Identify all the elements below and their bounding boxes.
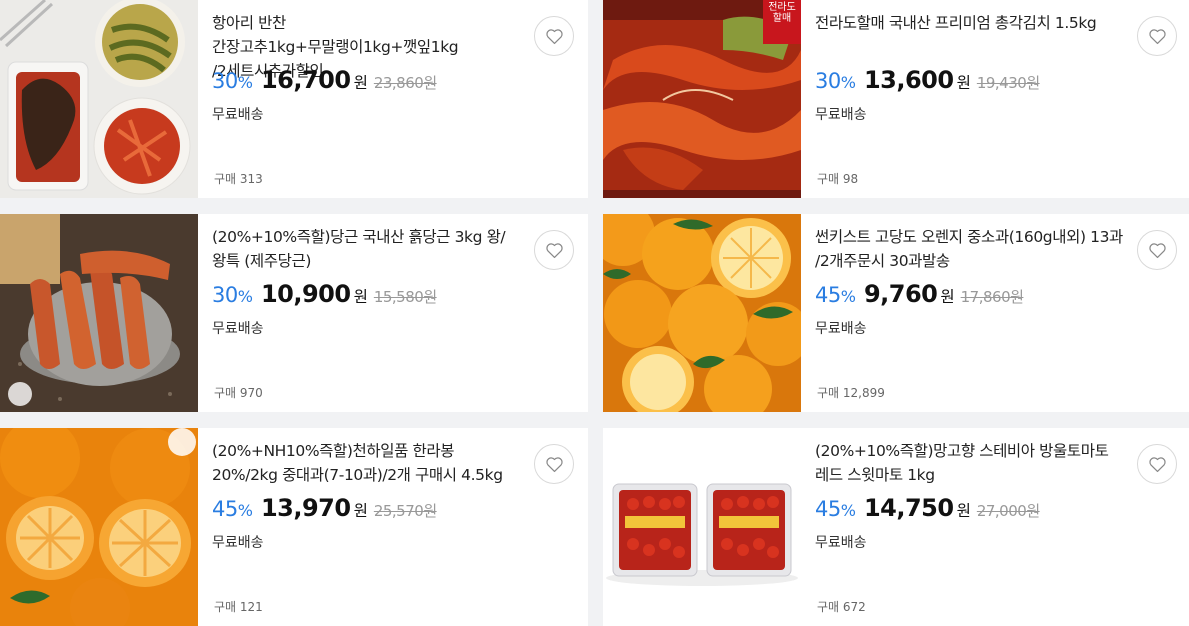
shipping-label: 무료배송 <box>815 107 867 123</box>
currency-unit: 원 <box>353 288 368 306</box>
product-info: 썬키스트 고당도 오렌지 중소과(160g내외) 13과 /2개주문시 30과발… <box>815 214 1123 412</box>
product-title[interactable]: (20%+NH10%즉할)천하일품 한라봉 20%/2kg 중대과(7-10과)… <box>212 439 522 487</box>
currency-unit: 원 <box>956 502 971 520</box>
discount-rate-unit: % <box>237 73 253 92</box>
product-grid: 항아리 반찬 간장고추1kg+무말랭이1kg+깻잎1kg /2세트시추가할인 3… <box>0 0 1189 626</box>
product-card[interactable]: 썬키스트 고당도 오렌지 중소과(160g내외) 13과 /2개주문시 30과발… <box>603 214 1189 412</box>
sale-price: 13,600 <box>863 66 954 94</box>
price-row: 30% 13,600 원 19,430원 <box>815 66 1040 94</box>
sale-price: 9,760 <box>863 280 938 308</box>
heart-outline-icon <box>545 28 563 44</box>
product-image[interactable] <box>603 214 801 412</box>
purchase-count: 구매 672 <box>817 600 866 614</box>
discount-rate: 45 <box>815 283 841 307</box>
wishlist-button[interactable] <box>534 444 574 484</box>
product-card[interactable]: 전라도할매 전라도할매 국내산 프리미엄 총각김치 1.5kg 30% 13,60… <box>603 0 1189 198</box>
hallabong-image <box>0 428 198 626</box>
purchase-count: 구매 12,899 <box>817 386 885 400</box>
product-title[interactable]: 썬키스트 고당도 오렌지 중소과(160g내외) 13과 /2개주문시 30과발… <box>815 225 1125 273</box>
discount-rate-unit: % <box>840 501 856 520</box>
discount-rate: 45 <box>815 497 841 521</box>
product-title[interactable]: (20%+10%즉할)망고향 스테비아 방울토마토 레드 스윗마토 1kg <box>815 439 1125 487</box>
heart-outline-icon <box>1148 28 1166 44</box>
wishlist-button[interactable] <box>534 230 574 270</box>
shipping-label: 무료배송 <box>212 107 264 123</box>
original-price: 25,570원 <box>373 502 437 520</box>
sale-price: 10,900 <box>260 280 351 308</box>
product-image[interactable]: 전라도할매 <box>603 0 801 198</box>
sale-price: 16,700 <box>260 66 351 94</box>
discount-rate: 45 <box>212 497 238 521</box>
price-row: 45% 9,760 원 17,860원 <box>815 280 1024 308</box>
discount-rate-unit: % <box>840 287 856 306</box>
currency-unit: 원 <box>353 74 368 92</box>
purchase-count: 구매 313 <box>214 172 263 186</box>
original-price: 27,000원 <box>976 502 1040 520</box>
price-row: 30% 10,900 원 15,580원 <box>212 280 437 308</box>
discount-rate: 30 <box>815 69 841 93</box>
shipping-label: 무료배송 <box>212 535 264 551</box>
product-title[interactable]: (20%+10%즉할)당근 국내산 흙당근 3kg 왕/왕특 (제주당근) <box>212 225 522 273</box>
original-price: 15,580원 <box>373 288 437 306</box>
discount-rate: 30 <box>212 69 238 93</box>
purchase-count: 구매 98 <box>817 172 859 186</box>
product-card[interactable]: (20%+10%즉할)망고향 스테비아 방울토마토 레드 스윗마토 1kg 45… <box>603 428 1189 626</box>
shipping-label: 무료배송 <box>212 321 264 337</box>
price-row: 45% 14,750 원 27,000원 <box>815 494 1040 522</box>
oranges-image <box>603 214 801 412</box>
product-image[interactable] <box>0 214 198 412</box>
product-image[interactable] <box>0 0 198 198</box>
wishlist-button[interactable] <box>1137 16 1177 56</box>
purchase-count: 구매 121 <box>214 600 263 614</box>
kimchi-image <box>603 0 801 198</box>
product-image[interactable] <box>603 428 801 626</box>
original-price: 23,860원 <box>373 74 437 92</box>
product-image[interactable] <box>0 428 198 626</box>
product-info: 전라도할매 국내산 프리미엄 총각김치 1.5kg 30% 13,600 원 19,4… <box>815 0 1113 198</box>
product-card[interactable]: (20%+10%즉할)당근 국내산 흙당근 3kg 왕/왕특 (제주당근) 30… <box>0 214 588 412</box>
shipping-label: 무료배송 <box>815 535 867 551</box>
carrots-image <box>0 214 198 412</box>
original-price: 19,430원 <box>976 74 1040 92</box>
heart-outline-icon <box>545 242 563 258</box>
sale-price: 13,970 <box>260 494 351 522</box>
discount-rate-unit: % <box>840 73 856 92</box>
product-card[interactable]: 항아리 반찬 간장고추1kg+무말랭이1kg+깻잎1kg /2세트시추가할인 3… <box>0 0 588 198</box>
wishlist-button[interactable] <box>534 16 574 56</box>
discount-rate-unit: % <box>237 287 253 306</box>
currency-unit: 원 <box>353 502 368 520</box>
price-row: 45% 13,970 원 25,570원 <box>212 494 437 522</box>
heart-outline-icon <box>1148 242 1166 258</box>
discount-rate: 30 <box>212 283 238 307</box>
product-card[interactable]: (20%+NH10%즉할)천하일품 한라봉 20%/2kg 중대과(7-10과)… <box>0 428 588 626</box>
wishlist-button[interactable] <box>1137 444 1177 484</box>
brand-stamp: 전라도할매 <box>768 2 796 24</box>
purchase-count: 구매 970 <box>214 386 263 400</box>
product-info: 항아리 반찬 간장고추1kg+무말랭이1kg+깻잎1kg /2세트시추가할인 3… <box>212 0 510 198</box>
side-dishes-image <box>0 0 198 198</box>
product-info: (20%+10%즉할)당근 국내산 흙당근 3kg 왕/왕특 (제주당근) 30… <box>212 214 510 412</box>
product-info: (20%+NH10%즉할)천하일품 한라봉 20%/2kg 중대과(7-10과)… <box>212 428 510 626</box>
price-row: 30% 16,700 원 23,860원 <box>212 66 437 94</box>
shipping-label: 무료배송 <box>815 321 867 337</box>
currency-unit: 원 <box>940 288 955 306</box>
currency-unit: 원 <box>956 74 971 92</box>
product-info: (20%+10%즉할)망고향 스테비아 방울토마토 레드 스윗마토 1kg 45… <box>815 428 1113 626</box>
heart-outline-icon <box>545 456 563 472</box>
discount-rate-unit: % <box>237 501 253 520</box>
wishlist-button[interactable] <box>1137 230 1177 270</box>
heart-outline-icon <box>1148 456 1166 472</box>
original-price: 17,860원 <box>960 288 1024 306</box>
product-title[interactable]: 전라도할매 국내산 프리미엄 총각김치 1.5kg <box>815 11 1125 35</box>
sale-price: 14,750 <box>863 494 954 522</box>
cherry-tomatoes-image <box>603 428 801 626</box>
